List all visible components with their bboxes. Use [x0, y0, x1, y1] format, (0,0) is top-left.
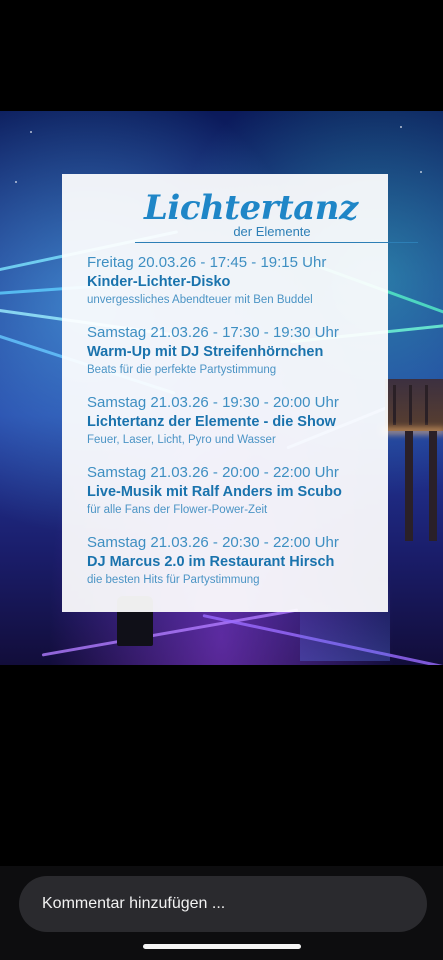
event-item: Samstag 21.03.26 - 17:30 - 19:30 Uhr War…	[87, 323, 387, 393]
event-list: Freitag 20.03.26 - 17:45 - 19:15 Uhr Kin…	[87, 253, 387, 603]
event-description: die besten Hits für Partystimmung	[87, 574, 260, 586]
logo-underline	[135, 242, 418, 243]
pier-rail	[425, 385, 428, 425]
pier-post	[429, 431, 437, 541]
event-title: Kinder-Lichter-Disko	[87, 274, 231, 290]
event-datetime: Samstag 21.03.26 - 20:00 - 22:00 Uhr	[87, 464, 339, 481]
laser-beam	[41, 608, 299, 657]
event-title: Warm-Up mit DJ Streifenhörnchen	[87, 344, 324, 360]
event-datetime: Freitag 20.03.26 - 17:45 - 19:15 Uhr	[87, 254, 327, 271]
pier-post	[405, 431, 413, 541]
home-indicator[interactable]	[143, 944, 301, 949]
event-title: Live-Musik mit Ralf Anders im Scubo	[87, 484, 342, 500]
pier-rail	[409, 385, 412, 425]
event-datetime: Samstag 21.03.26 - 20:30 - 22:00 Uhr	[87, 534, 339, 551]
event-description: Beats für die perfekte Partystimmung	[87, 364, 277, 376]
pier-rail	[393, 385, 396, 425]
comment-input[interactable]: Kommentar hinzufügen ...	[19, 876, 427, 932]
event-description: Feuer, Laser, Licht, Pyro und Wasser	[87, 434, 276, 446]
event-poster-image[interactable]: Lichtertanz der Elemente Freitag 20.03.2…	[0, 111, 443, 665]
event-title: DJ Marcus 2.0 im Restaurant Hirsch	[87, 554, 335, 570]
event-datetime: Samstag 21.03.26 - 19:30 - 20:00 Uhr	[87, 394, 339, 411]
event-item: Samstag 21.03.26 - 20:00 - 22:00 Uhr Liv…	[87, 463, 387, 533]
logo-subtitle: der Elemente	[233, 224, 311, 239]
event-description: unvergessliches Abendteuer mit Ben Budde…	[87, 294, 313, 306]
star	[420, 171, 422, 173]
event-datetime: Samstag 21.03.26 - 17:30 - 19:30 Uhr	[87, 324, 339, 341]
screen: Lichtertanz der Elemente Freitag 20.03.2…	[0, 0, 443, 960]
logo-title: Lichtertanz	[144, 188, 358, 228]
star	[400, 126, 402, 128]
comment-bar: Kommentar hinzufügen ...	[0, 866, 443, 960]
pier-illustration	[381, 379, 443, 665]
event-description: für alle Fans der Flower-Power-Zeit	[87, 504, 268, 516]
event-item: Samstag 21.03.26 - 19:30 - 20:00 Uhr Lic…	[87, 393, 387, 463]
event-item: Freitag 20.03.26 - 17:45 - 19:15 Uhr Kin…	[87, 253, 387, 323]
star	[15, 181, 17, 183]
star	[30, 131, 32, 133]
event-title: Lichtertanz der Elemente - die Show	[87, 414, 336, 430]
event-item: Samstag 21.03.26 - 20:30 - 22:00 Uhr DJ …	[87, 533, 387, 603]
event-schedule-card: Lichtertanz der Elemente Freitag 20.03.2…	[62, 174, 418, 612]
